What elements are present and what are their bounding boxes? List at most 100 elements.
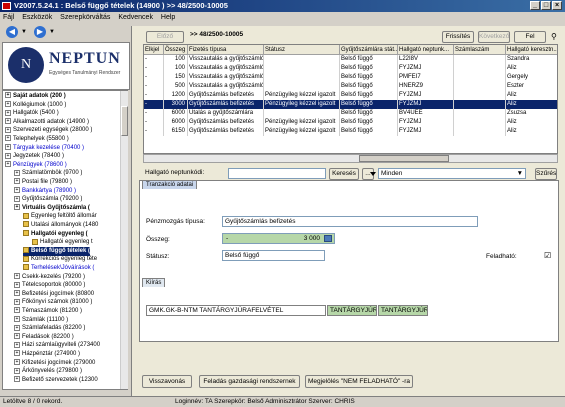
table-cell: Gyűjtőszámlás befizetés <box>188 118 264 127</box>
menu-file[interactable]: Fájl <box>0 14 17 21</box>
expand-icon[interactable]: + <box>14 273 20 280</box>
table-row[interactable]: -6000 Utalás a gyűjtőszámlára Belső függő B… <box>144 109 557 118</box>
amount-field[interactable]: - 3 000 <box>222 233 335 244</box>
table-cell: 6150 <box>164 127 188 136</box>
filter-combo[interactable]: Minden ▼ <box>378 168 526 179</box>
tab-transaction-data[interactable]: Tranzakció adatai <box>142 180 198 189</box>
table-row[interactable]: -6000 Gyűjtőszámlás befizetés Pénzügyileg … <box>144 118 557 127</box>
refresh-button[interactable]: Frissítés <box>442 31 474 43</box>
table-row[interactable]: -3000 Gyűjtőszámlás befizetés Pénzügyileg … <box>144 100 557 109</box>
chevron-down-icon[interactable]: ▼ <box>517 169 523 178</box>
menu-role-switch[interactable]: Szerepkörváltás <box>57 14 113 21</box>
column-header[interactable]: Státusz <box>264 45 340 55</box>
expand-icon[interactable]: + <box>14 324 20 331</box>
menu-help[interactable]: Help <box>158 14 178 21</box>
expand-icon[interactable]: + <box>14 290 20 297</box>
expand-icon[interactable]: + <box>5 144 11 151</box>
expand-icon[interactable]: + <box>5 126 11 133</box>
tab-kiiras[interactable]: Kiírás <box>142 278 166 287</box>
column-header[interactable]: Gyűjtőszámlára stát... <box>340 45 398 55</box>
minimize-button[interactable]: _ <box>530 1 540 10</box>
table-row[interactable]: -500 Visszautalás a gyűjtőszámlóról Belső … <box>144 82 557 91</box>
expand-icon[interactable]: + <box>14 281 20 288</box>
menu-tree: + Saját adatok (200 ) + Kollégiumok (1000 )… <box>2 90 128 390</box>
mark-not-postable-button[interactable]: Megjelölés "NEM FELADHATÓ" -ra <box>305 375 413 388</box>
table-row[interactable]: -150 Visszautalás a gyűjtőszámlóról Belső … <box>144 73 557 82</box>
expand-icon[interactable]: + <box>5 118 11 125</box>
forward-dropdown-icon[interactable]: ▼ <box>49 29 55 35</box>
column-header[interactable]: Elkjel <box>144 45 164 55</box>
expand-icon[interactable]: + <box>14 307 20 314</box>
expand-icon[interactable]: + <box>14 204 20 211</box>
expand-icon[interactable]: + <box>5 109 11 116</box>
column-header[interactable]: Hallgató neptunk... <box>398 45 454 55</box>
table-cell: HNERZ9 <box>398 82 454 91</box>
table-cell: Belső függő <box>340 91 398 100</box>
expand-icon[interactable]: + <box>14 359 20 366</box>
column-header[interactable]: Fizetés típusa <box>188 45 264 55</box>
status-field[interactable]: Belső függő <box>222 250 325 261</box>
type-field[interactable]: Gyűjtőszámlás befizetés <box>222 216 478 227</box>
send-to-finance-button[interactable]: Feladás gazdasági rendszernek <box>199 375 300 388</box>
table-row[interactable]: -100 Visszautalás a gyűjtőszámlóról Belső … <box>144 64 557 73</box>
menu-tools[interactable]: Eszközök <box>19 14 55 21</box>
column-header[interactable]: Összeg <box>164 45 188 55</box>
calculator-icon[interactable] <box>324 235 332 242</box>
column-header[interactable]: Számlaszám <box>454 45 506 55</box>
table-cell: FYJZMJ <box>398 64 454 73</box>
expand-icon[interactable]: + <box>14 350 20 357</box>
splitter-arrow-icon[interactable] <box>370 172 376 176</box>
table-row[interactable]: -1200 Gyűjtőszámlás befizetés Pénzügyileg … <box>144 91 557 100</box>
kiiras-code-cell-2[interactable]: TANTÁRGYJÚR <box>378 305 428 316</box>
expand-icon[interactable]: + <box>5 135 11 142</box>
column-header[interactable]: Hallgató keresztn... <box>506 45 557 55</box>
records-grid: Elkjel Összeg Fizetés típusa Státusz Gyűjtős… <box>143 44 558 154</box>
back-arrow-icon[interactable]: ◀ <box>6 26 18 38</box>
filter-button[interactable]: Szűrés <box>535 168 557 180</box>
forward-arrow-icon[interactable]: ▶ <box>34 26 46 38</box>
table-row[interactable]: -6150 Gyűjtőszámlás befizetés Pénzügyileg … <box>144 127 557 136</box>
kiiras-name-cell[interactable]: GMK.GK-B-NTM TANTÁRGYJÚRAFELVÉTEL <box>146 305 326 316</box>
expand-icon[interactable]: + <box>14 316 20 323</box>
folder-icon <box>32 238 38 245</box>
grid-horizontal-scrollbar[interactable] <box>143 154 558 163</box>
neptun-code-input[interactable] <box>228 168 326 179</box>
tree-scroll-thumb[interactable] <box>121 106 128 136</box>
expand-icon[interactable]: + <box>14 333 20 340</box>
expand-icon[interactable]: + <box>14 169 20 176</box>
expand-icon[interactable]: + <box>5 101 11 108</box>
logo-subtitle: Egységes Tanulmányi Rendszer <box>49 70 121 76</box>
menu-favorites[interactable]: Kedvencek <box>115 14 156 21</box>
tree-item-label: Kifizetési jogcímek (279000 <box>22 359 96 366</box>
table-cell: - <box>144 109 164 118</box>
tree-scrollbar[interactable] <box>120 91 128 389</box>
expand-icon[interactable]: + <box>5 161 11 168</box>
feladhato-checkbox[interactable]: ☑ <box>544 251 551 260</box>
tree-item[interactable]: + Befizető szervezetek (12300 <box>14 376 98 385</box>
folder-icon <box>23 230 29 237</box>
expand-icon[interactable]: + <box>14 341 20 348</box>
tree-item-label: Hallgatók (5400 ) <box>13 110 59 117</box>
next-button[interactable]: Következő <box>478 31 510 43</box>
expand-icon[interactable]: + <box>5 152 11 159</box>
expand-icon[interactable]: + <box>14 367 20 374</box>
prev-button[interactable]: Előző <box>146 31 184 43</box>
maximize-button[interactable]: □ <box>541 1 551 10</box>
revoke-button[interactable]: Visszavonás <box>142 375 192 388</box>
pin-icon[interactable]: ⚲ <box>551 32 557 41</box>
tree-item-label: Feladások (82200 ) <box>22 333 74 340</box>
expand-icon[interactable]: + <box>5 92 11 99</box>
table-cell: - <box>144 55 164 64</box>
expand-icon[interactable]: + <box>14 376 20 383</box>
expand-icon[interactable]: + <box>14 195 20 202</box>
close-button[interactable]: × <box>552 1 562 10</box>
search-button[interactable]: Keresés <box>329 168 359 180</box>
expand-icon[interactable]: + <box>14 178 20 185</box>
up-button[interactable]: Fel <box>514 31 546 43</box>
expand-icon[interactable]: + <box>14 298 20 305</box>
kiiras-code-cell-1[interactable]: TANTÁRGYJÚR <box>327 305 377 316</box>
back-dropdown-icon[interactable]: ▼ <box>21 29 27 35</box>
table-row[interactable]: -100 Visszautalás a gyűjtőszámlóról Belső … <box>144 55 557 64</box>
expand-icon[interactable]: + <box>14 187 20 194</box>
grid-scroll-thumb[interactable] <box>359 155 449 162</box>
